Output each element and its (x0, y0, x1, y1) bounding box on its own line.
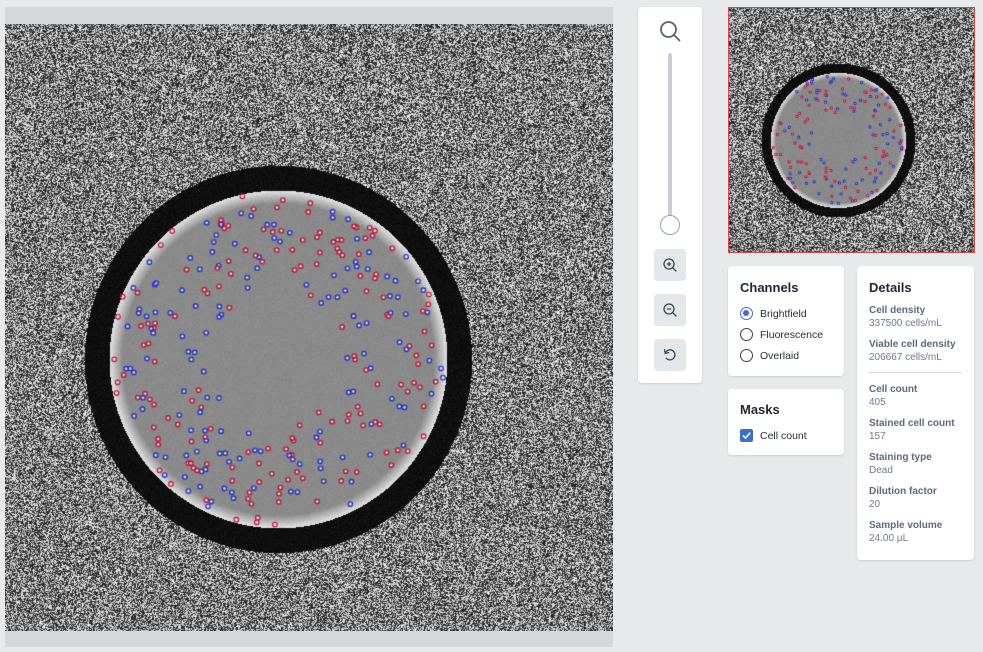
radio-overlaid[interactable] (740, 349, 753, 362)
detail-value: 20 (869, 499, 881, 510)
zoom-out-button[interactable] (654, 294, 686, 326)
detail-label: Stained cell count (869, 418, 955, 429)
details-card: Details Cell density 337500 cells/mL Via… (857, 266, 974, 560)
zoom-in-icon (663, 258, 677, 272)
reset-view-button[interactable] (654, 339, 686, 371)
zoom-slider-track[interactable] (668, 53, 672, 225)
detail-value: 24.00 µL (869, 533, 909, 544)
zoom-out-icon (663, 303, 677, 317)
radio-brightfield[interactable] (740, 307, 753, 320)
mask-label-cell-count: Cell count (760, 429, 807, 442)
detail-staining-type: Staining type Dead (869, 451, 962, 477)
zoom-in-button[interactable] (654, 249, 686, 281)
minimap-image[interactable] (729, 8, 974, 252)
channel-label-fluorescence: Fluorescence (760, 328, 824, 341)
detail-label: Dilution factor (869, 486, 937, 497)
detail-dilution-factor: Dilution factor 20 (869, 485, 962, 511)
microscope-image[interactable] (5, 24, 613, 631)
channel-label-overlaid: Overlaid (760, 349, 800, 362)
detail-stained-cell-count: Stained cell count 157 (869, 417, 962, 443)
channels-card: Channels Brightfield Fluorescence Overla… (728, 266, 844, 376)
channel-option-brightfield[interactable]: Brightfield (740, 307, 832, 320)
checkmark-icon (742, 432, 751, 439)
reset-rotate-icon (663, 349, 676, 361)
channel-label-brightfield: Brightfield (760, 307, 807, 320)
detail-cell-count: Cell count 405 (869, 383, 962, 409)
detail-viable-cell-density: Viable cell density 206667 cells/mL (869, 338, 962, 364)
channels-title: Channels (740, 280, 799, 295)
zoom-panel (638, 7, 702, 383)
masks-card: Masks Cell count (728, 389, 844, 455)
detail-value: 337500 cells/mL (869, 318, 942, 329)
minimap[interactable] (728, 7, 975, 253)
image-viewer[interactable] (5, 7, 613, 647)
detail-label: Cell count (869, 384, 918, 395)
checkbox-cell-count[interactable] (740, 429, 753, 442)
detail-label: Cell density (869, 305, 926, 316)
mask-option-cell-count[interactable]: Cell count (740, 429, 832, 442)
detail-label: Sample volume (869, 520, 943, 531)
channel-option-fluorescence[interactable]: Fluorescence (740, 328, 832, 341)
detail-value: 157 (869, 431, 886, 442)
details-divider (869, 372, 962, 373)
detail-value: 206667 cells/mL (869, 352, 942, 363)
detail-sample-volume: Sample volume 24.00 µL (869, 519, 962, 545)
details-title: Details (869, 280, 912, 295)
radio-fluorescence[interactable] (740, 328, 753, 341)
detail-cell-density: Cell density 337500 cells/mL (869, 304, 962, 330)
detail-label: Viable cell density (869, 339, 956, 350)
zoom-slider-thumb[interactable] (660, 215, 680, 235)
masks-title: Masks (740, 402, 780, 417)
detail-label: Staining type (869, 452, 932, 463)
detail-value: Dead (869, 465, 893, 476)
detail-value: 405 (869, 397, 886, 408)
channel-option-overlaid[interactable]: Overlaid (740, 349, 832, 362)
search-icon (660, 21, 681, 42)
